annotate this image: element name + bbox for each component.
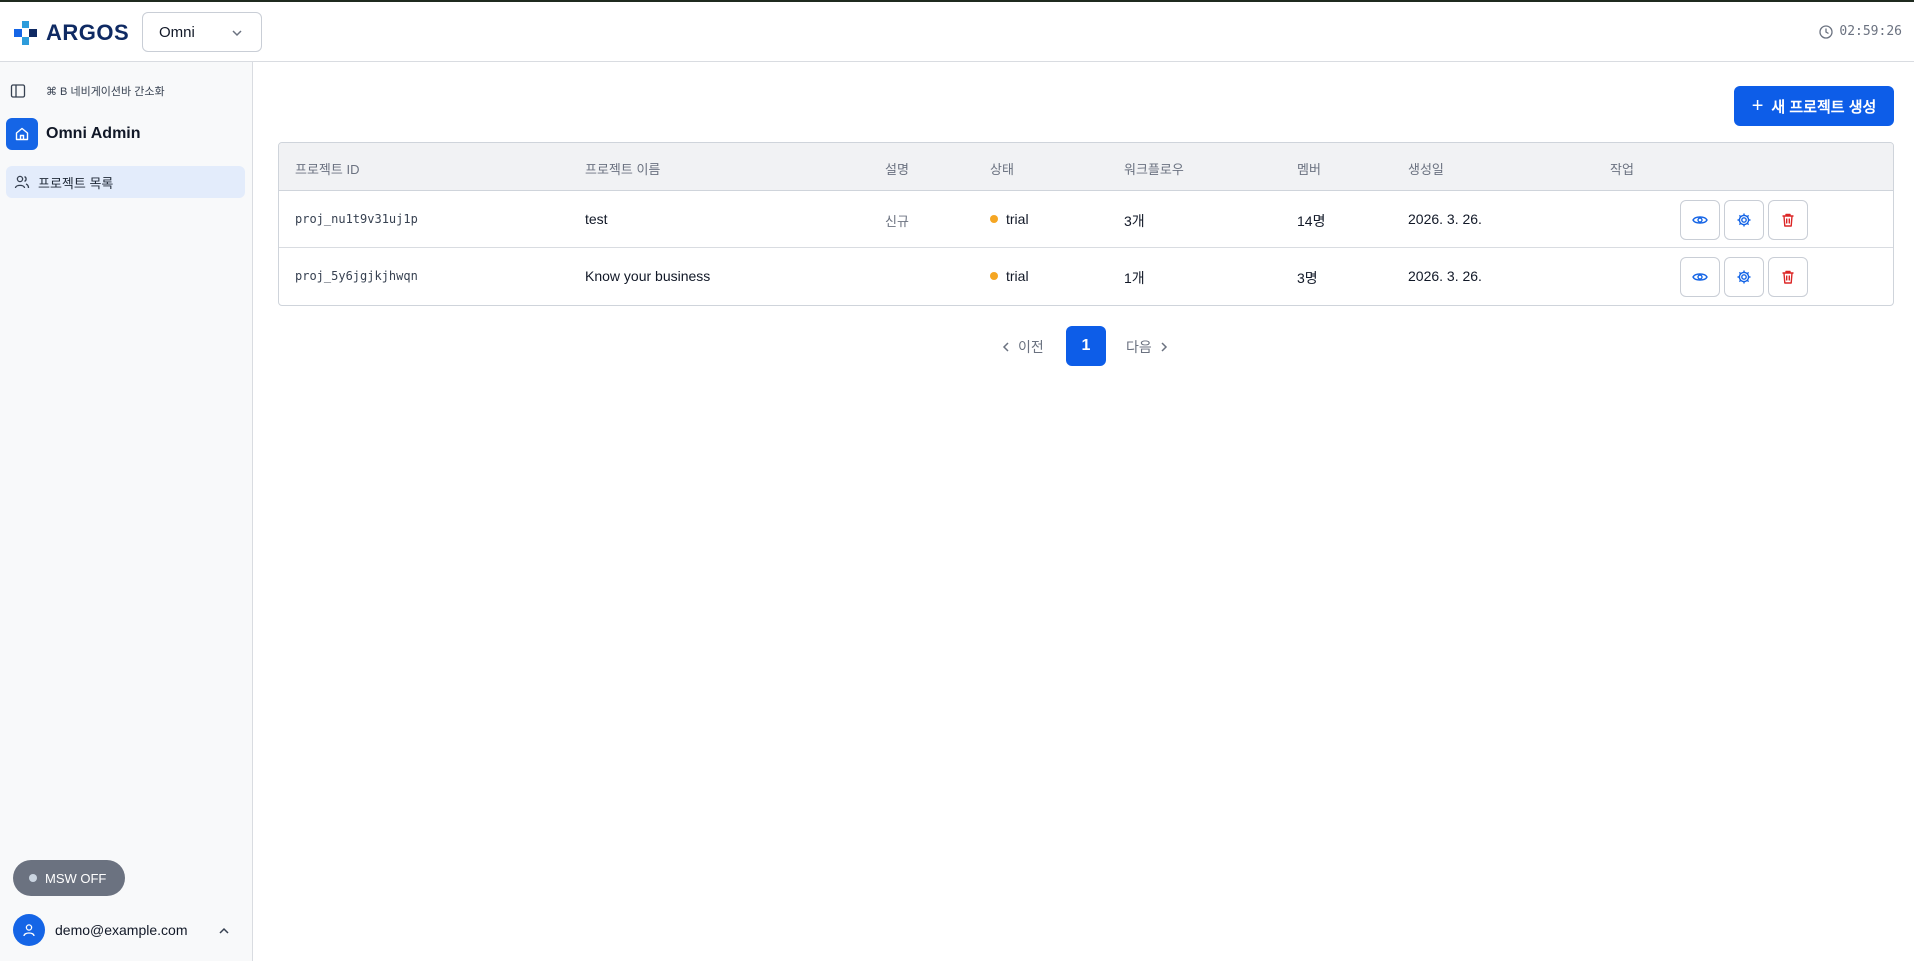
view-button[interactable] <box>1680 200 1720 240</box>
chevron-down-icon <box>232 30 242 37</box>
avatar <box>13 914 45 946</box>
cell-members: 3명 <box>1297 270 1318 286</box>
header-created: 생성일 <box>1408 162 1444 177</box>
header-workflows: 워크플로우 <box>1124 162 1184 177</box>
organization-select-value: Omni <box>159 23 195 41</box>
view-button[interactable] <box>1680 257 1720 297</box>
organization-select[interactable]: Omni <box>142 12 262 52</box>
sidebar-item-project-list[interactable]: 프로젝트 목록 <box>6 166 245 198</box>
cell-project-name: Know your business <box>585 268 711 284</box>
status-dot <box>990 272 998 280</box>
delete-button[interactable] <box>1768 200 1808 240</box>
users-icon <box>14 175 30 189</box>
cell-project-id: proj_5y6jgjkjhwqn <box>295 269 418 283</box>
trash-icon <box>1782 213 1794 227</box>
pagination: 이전 1 다음 <box>254 326 1914 366</box>
trash-icon <box>1782 270 1794 284</box>
msw-label: MSW OFF <box>45 870 107 886</box>
sidebar-item-label: 프로젝트 목록 <box>38 175 114 191</box>
argos-logo-icon <box>14 21 37 45</box>
header-status: 상태 <box>990 162 1014 177</box>
plus-icon: + <box>1751 95 1764 117</box>
cell-project-id: proj_nu1t9v31uj1p <box>295 212 418 226</box>
next-page-button[interactable]: 다음 <box>1126 337 1170 357</box>
session-timer: 02:59:26 <box>1819 24 1902 39</box>
sidebar-toggle-hint: ⌘ B 네비게이션바 간소화 <box>46 86 165 98</box>
argos-logo[interactable]: ARGOS <box>13 20 129 46</box>
table-row[interactable]: proj_nu1t9v31uj1p test 신규 trial 3개 14명 2… <box>279 191 1893 248</box>
cell-members: 14명 <box>1297 213 1326 229</box>
main-content: + 새 프로젝트 생성 프로젝트 ID 프로젝트 이름 설명 상태 워크플로우 … <box>254 63 1914 961</box>
cell-status: trial <box>990 268 1029 284</box>
settings-button[interactable] <box>1724 200 1764 240</box>
logo-text: ARGOS <box>46 20 130 45</box>
admin-header: Omni Admin <box>6 118 141 150</box>
cell-workflows: 3개 <box>1124 213 1145 229</box>
chevron-up-icon <box>219 927 229 934</box>
clock-icon <box>1819 24 1834 39</box>
prev-page-button[interactable]: 이전 <box>1000 337 1044 357</box>
admin-title: Omni Admin <box>46 125 141 142</box>
session-timer-value: 02:59:26 <box>1839 24 1902 39</box>
cell-created: 2026. 3. 26. <box>1408 211 1482 227</box>
header-project-id: 프로젝트 ID <box>295 162 360 177</box>
page-button-current[interactable]: 1 <box>1066 326 1106 366</box>
header-description: 설명 <box>885 162 909 177</box>
cell-project-name: test <box>585 211 608 227</box>
user-email: demo@example.com <box>55 922 188 938</box>
status-dot <box>990 215 998 223</box>
home-icon <box>6 118 38 150</box>
gear-icon <box>1737 270 1751 284</box>
prev-page-label: 이전 <box>1018 339 1044 355</box>
new-project-button[interactable]: + 새 프로젝트 생성 <box>1734 86 1894 126</box>
next-page-label: 다음 <box>1126 339 1152 355</box>
top-bar: ARGOS Omni 02:59:26 <box>0 2 1914 62</box>
projects-table: 프로젝트 ID 프로젝트 이름 설명 상태 워크플로우 멤버 생성일 작업 pr… <box>278 142 1894 306</box>
msw-toggle-button[interactable]: MSW OFF <box>13 860 125 896</box>
status-label: trial <box>1006 211 1029 227</box>
table-header: 프로젝트 ID 프로젝트 이름 설명 상태 워크플로우 멤버 생성일 작업 <box>279 143 1893 191</box>
msw-status-dot <box>29 874 37 882</box>
header-project-name: 프로젝트 이름 <box>585 162 661 177</box>
delete-button[interactable] <box>1768 257 1808 297</box>
user-icon <box>23 924 35 937</box>
status-label: trial <box>1006 268 1029 284</box>
new-project-label: 새 프로젝트 생성 <box>1771 98 1877 116</box>
gear-icon <box>1737 213 1751 227</box>
chevron-right-icon <box>1161 342 1167 352</box>
settings-button[interactable] <box>1724 257 1764 297</box>
eye-icon <box>1692 273 1708 281</box>
cell-created: 2026. 3. 26. <box>1408 268 1482 284</box>
header-members: 멤버 <box>1297 162 1321 177</box>
sidebar-toggle-icon[interactable] <box>10 83 26 99</box>
sidebar: ⌘ B 네비게이션바 간소화 Omni Admin 프로젝트 목록 MSW OF… <box>0 62 253 961</box>
user-menu[interactable]: demo@example.com <box>13 913 238 947</box>
chevron-left-icon <box>1002 342 1009 352</box>
cell-workflows: 1개 <box>1124 270 1145 286</box>
table-row[interactable]: proj_5y6jgjkjhwqn Know your business tri… <box>279 248 1893 305</box>
eye-icon <box>1692 216 1708 224</box>
cell-status: trial <box>990 211 1029 227</box>
header-actions: 작업 <box>1610 162 1634 177</box>
cell-description: 신규 <box>885 214 909 229</box>
